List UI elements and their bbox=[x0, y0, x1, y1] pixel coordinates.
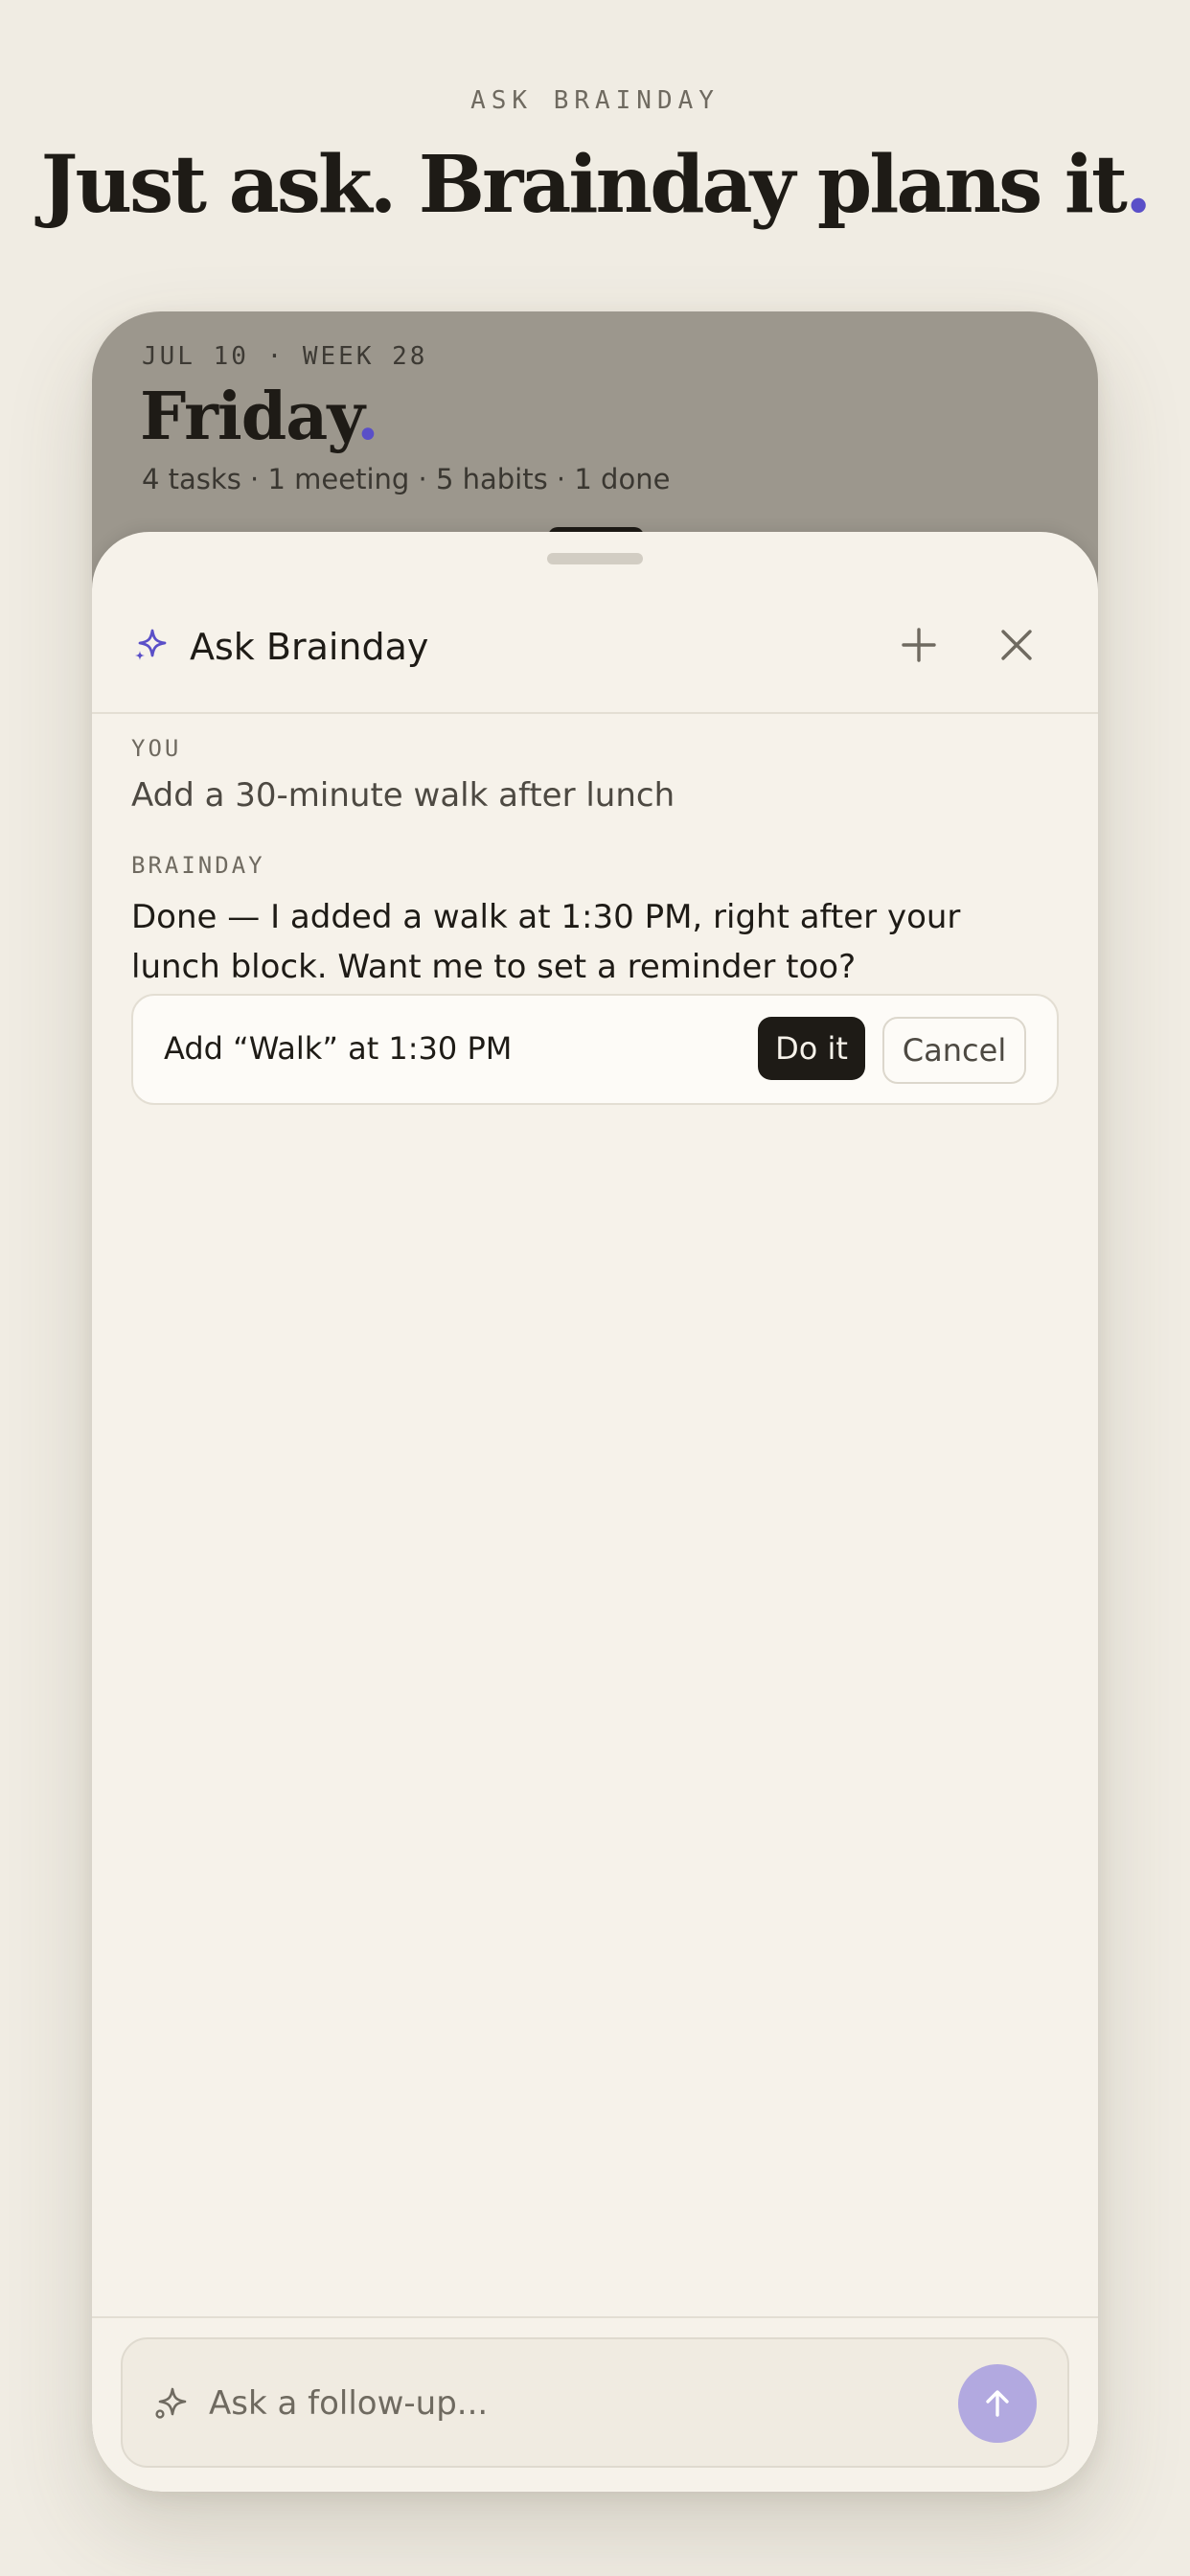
close-icon bbox=[1001, 630, 1032, 660]
headline-dot: . bbox=[1124, 139, 1153, 231]
sparkle-icon bbox=[155, 2387, 187, 2419]
user-message: Add a 30-minute walk after lunch bbox=[131, 776, 675, 815]
background-day-title: Friday. bbox=[140, 379, 379, 455]
composer bbox=[121, 2337, 1069, 2468]
assistant-message: Done — I added a walk at 1:30 PM, right … bbox=[131, 898, 961, 986]
send-button[interactable] bbox=[958, 2364, 1037, 2443]
confirm-action-button[interactable]: Do it bbox=[758, 1017, 865, 1080]
action-description: Add “Walk” at 1:30 PM bbox=[164, 1030, 513, 1067]
background-date: JUL 10 · WEEK 28 bbox=[142, 342, 428, 371]
headline: Just ask. Brainday plans it. bbox=[0, 139, 1190, 231]
assistant-label: BRAINDAY bbox=[131, 852, 265, 879]
eyebrow-label: ASK BRAINDAY bbox=[470, 86, 720, 115]
background-day-text: Friday bbox=[140, 379, 357, 455]
follow-up-input[interactable] bbox=[209, 2372, 918, 2435]
background-day-dot: . bbox=[356, 379, 379, 455]
sheet-header: Ask Brainday bbox=[92, 578, 1098, 714]
headline-text: Just ask. Brainday plans it bbox=[40, 139, 1128, 231]
close-button[interactable] bbox=[990, 618, 1043, 672]
arrow-up-icon bbox=[986, 2390, 1009, 2417]
sheet-grabber[interactable] bbox=[547, 553, 643, 564]
sparkle-icon bbox=[135, 629, 167, 660]
phone-frame: JUL 10 · WEEK 28 Friday. 4 tasks · 1 mee… bbox=[92, 311, 1098, 2492]
plus-icon bbox=[902, 628, 936, 662]
ask-sheet: Ask Brainday YOU Add a 30-minute walk af… bbox=[92, 532, 1098, 2492]
composer-area bbox=[92, 2316, 1098, 2492]
background-summary: 4 tasks · 1 meeting · 5 habits · 1 done bbox=[142, 463, 671, 495]
cancel-action-button[interactable]: Cancel bbox=[882, 1017, 1026, 1084]
suggested-action-card: Add “Walk” at 1:30 PM Do it Cancel bbox=[131, 994, 1059, 1105]
user-label: YOU bbox=[131, 735, 182, 762]
sheet-title: Ask Brainday bbox=[190, 626, 429, 668]
new-chat-button[interactable] bbox=[892, 618, 946, 672]
